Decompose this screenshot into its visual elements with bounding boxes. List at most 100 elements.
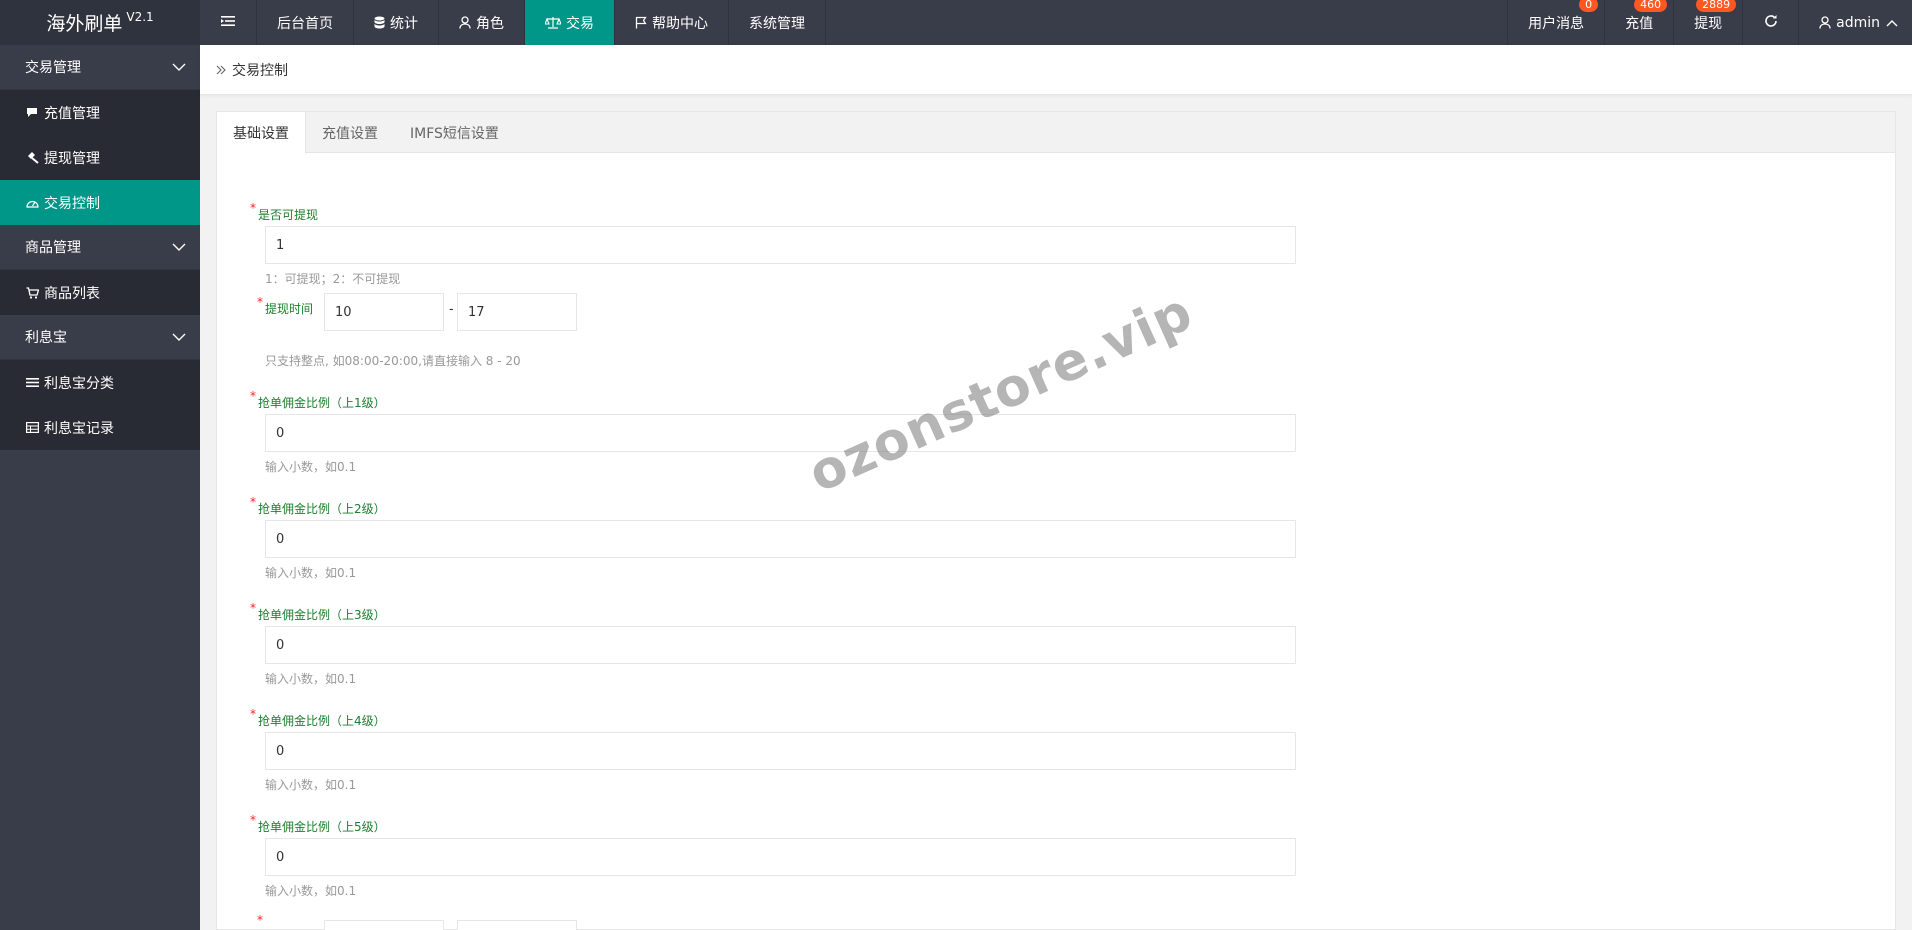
settings-card: 基础设置 充值设置 IMFS短信设置 *是否可提现 1：可提现；2：不可提现 *… <box>216 111 1896 930</box>
commission-level2-label: * 抢单佣金比例（上2级） <box>250 495 386 516</box>
chevron-up-icon <box>1886 19 1898 27</box>
next-field-start-input[interactable] <box>324 920 444 930</box>
commission-level2-input[interactable] <box>265 520 1296 558</box>
required-asterisk: * <box>257 913 263 927</box>
commission-level3-label: * 抢单佣金比例（上3级） <box>250 601 386 622</box>
nav-label: 角色 <box>476 15 504 32</box>
refresh-button[interactable] <box>1742 0 1798 45</box>
required-asterisk: * <box>250 707 256 721</box>
withdraw-button[interactable]: 提现 2889 <box>1673 0 1742 45</box>
top-nav: 后台首页 统计 角色 交易 帮助中心 系统管理 <box>200 0 826 45</box>
commission-level3-input[interactable] <box>265 626 1296 664</box>
nav-item-help[interactable]: 帮助中心 <box>615 0 729 45</box>
sidebar-item-withdraw[interactable]: 提现管理 <box>0 135 200 180</box>
sidebar-item-label: 充值管理 <box>44 105 100 122</box>
cart-icon <box>25 286 39 299</box>
sidebar-toggle-button[interactable] <box>200 0 257 45</box>
nav-item-stats[interactable]: 统计 <box>354 0 439 45</box>
app-title: 海外刷单 <box>46 13 123 35</box>
recharge-count-badge: 460 <box>1634 0 1668 12</box>
can-withdraw-input[interactable] <box>265 226 1296 264</box>
sidebar-group-label: 商品管理 <box>25 240 81 256</box>
sidebar-item-label: 交易控制 <box>44 195 100 212</box>
commission-level4-input[interactable] <box>265 732 1296 770</box>
menu-fold-icon <box>221 15 235 31</box>
chevron-down-icon <box>172 329 186 345</box>
can-withdraw-help: 1：可提现；2：不可提现 <box>265 272 401 286</box>
commission-level1-input[interactable] <box>265 414 1296 452</box>
sidebar-item-interest-category[interactable]: 利息宝分类 <box>0 360 200 405</box>
withdraw-time-label: * 提现时间 <box>257 295 314 316</box>
double-chevron-right-icon <box>216 65 226 75</box>
breadcrumb: 交易控制 <box>200 45 1912 95</box>
can-withdraw-label: * 是否可提现 <box>250 201 319 222</box>
sidebar-item-goods-list[interactable]: 商品列表 <box>0 270 200 315</box>
nav-label: 交易 <box>566 15 594 32</box>
required-asterisk: * <box>250 495 256 509</box>
commission-level5-label: * 抢单佣金比例（上5级） <box>250 813 386 834</box>
header-right-nav: 用户消息 0 充值 460 提现 2889 admin <box>1507 0 1912 45</box>
flag-icon <box>635 16 647 29</box>
scale-icon <box>545 16 561 29</box>
withdraw-count-badge: 2889 <box>1696 0 1737 12</box>
withdraw-time-separator: - <box>449 302 454 317</box>
breadcrumb-current[interactable]: 交易控制 <box>232 60 288 80</box>
required-asterisk: * <box>250 601 256 615</box>
commission-level5-input[interactable] <box>265 838 1296 876</box>
recharge-button[interactable]: 充值 460 <box>1604 0 1673 45</box>
tab-imfs-sms-settings[interactable]: IMFS短信设置 <box>394 112 515 153</box>
nav-label: 系统管理 <box>749 15 805 32</box>
sidebar-item-trade-control[interactable]: 交易控制 <box>0 180 200 225</box>
nav-item-system[interactable]: 系统管理 <box>729 0 826 45</box>
recharge-label: 充值 <box>1625 15 1654 32</box>
withdraw-time-end-input[interactable] <box>457 293 577 331</box>
commission-level2-help: 输入小数，如0.1 <box>265 566 357 580</box>
commission-level4-label: * 抢单佣金比例（上4级） <box>250 707 386 728</box>
sidebar-item-label: 利息宝记录 <box>44 420 114 437</box>
nav-item-trade[interactable]: 交易 <box>525 0 615 45</box>
sidebar-group-label: 交易管理 <box>25 60 81 76</box>
database-icon <box>374 16 385 29</box>
nav-label: 统计 <box>390 15 418 32</box>
app-logo[interactable]: 海外刷单 V2.1 <box>0 0 200 45</box>
chevron-down-icon <box>172 59 186 75</box>
user-icon <box>459 16 471 29</box>
sidebar-item-recharge[interactable]: 充值管理 <box>0 90 200 135</box>
required-asterisk: * <box>250 813 256 827</box>
required-asterisk: * <box>250 389 256 403</box>
dashboard-icon <box>25 197 39 208</box>
hammer-icon <box>25 151 39 164</box>
list-icon <box>25 377 39 388</box>
app-version: V2.1 <box>126 9 154 24</box>
table-icon <box>25 422 39 433</box>
sidebar-group-label: 利息宝 <box>25 330 67 346</box>
user-messages-button[interactable]: 用户消息 0 <box>1507 0 1604 45</box>
admin-username: admin <box>1836 14 1880 31</box>
sidebar-item-label: 利息宝分类 <box>44 375 114 392</box>
messages-count-badge: 0 <box>1579 0 1599 12</box>
commission-level4-help: 输入小数，如0.1 <box>265 778 357 792</box>
commission-level3-help: 输入小数，如0.1 <box>265 672 357 686</box>
sidebar-group-goods[interactable]: 商品管理 <box>0 225 200 270</box>
settings-tabs: 基础设置 充值设置 IMFS短信设置 <box>217 112 1895 154</box>
sidebar-item-label: 商品列表 <box>44 285 100 302</box>
nav-item-role[interactable]: 角色 <box>439 0 525 45</box>
withdraw-time-help: 只支持整点, 如08:00-20:00,请直接输入 8 - 20 <box>265 354 521 368</box>
sidebar-item-label: 提现管理 <box>44 150 100 167</box>
nav-item-home[interactable]: 后台首页 <box>257 0 354 45</box>
withdraw-label: 提现 <box>1694 15 1723 32</box>
sidebar-group-trade[interactable]: 交易管理 <box>0 45 200 90</box>
sidebar-group-interest[interactable]: 利息宝 <box>0 315 200 360</box>
admin-user-menu[interactable]: admin <box>1798 0 1912 45</box>
sidebar-item-interest-records[interactable]: 利息宝记录 <box>0 405 200 450</box>
withdraw-time-start-input[interactable] <box>324 293 444 331</box>
nav-label: 后台首页 <box>277 15 333 32</box>
required-asterisk: * <box>250 201 256 215</box>
next-field-end-input[interactable] <box>457 920 577 930</box>
commission-level1-help: 输入小数，如0.1 <box>265 460 357 474</box>
tab-basic-settings[interactable]: 基础设置 <box>217 112 306 154</box>
comment-icon <box>25 107 39 118</box>
user-icon <box>1819 16 1831 29</box>
nav-label: 帮助中心 <box>652 15 708 32</box>
tab-recharge-settings[interactable]: 充值设置 <box>306 112 394 153</box>
